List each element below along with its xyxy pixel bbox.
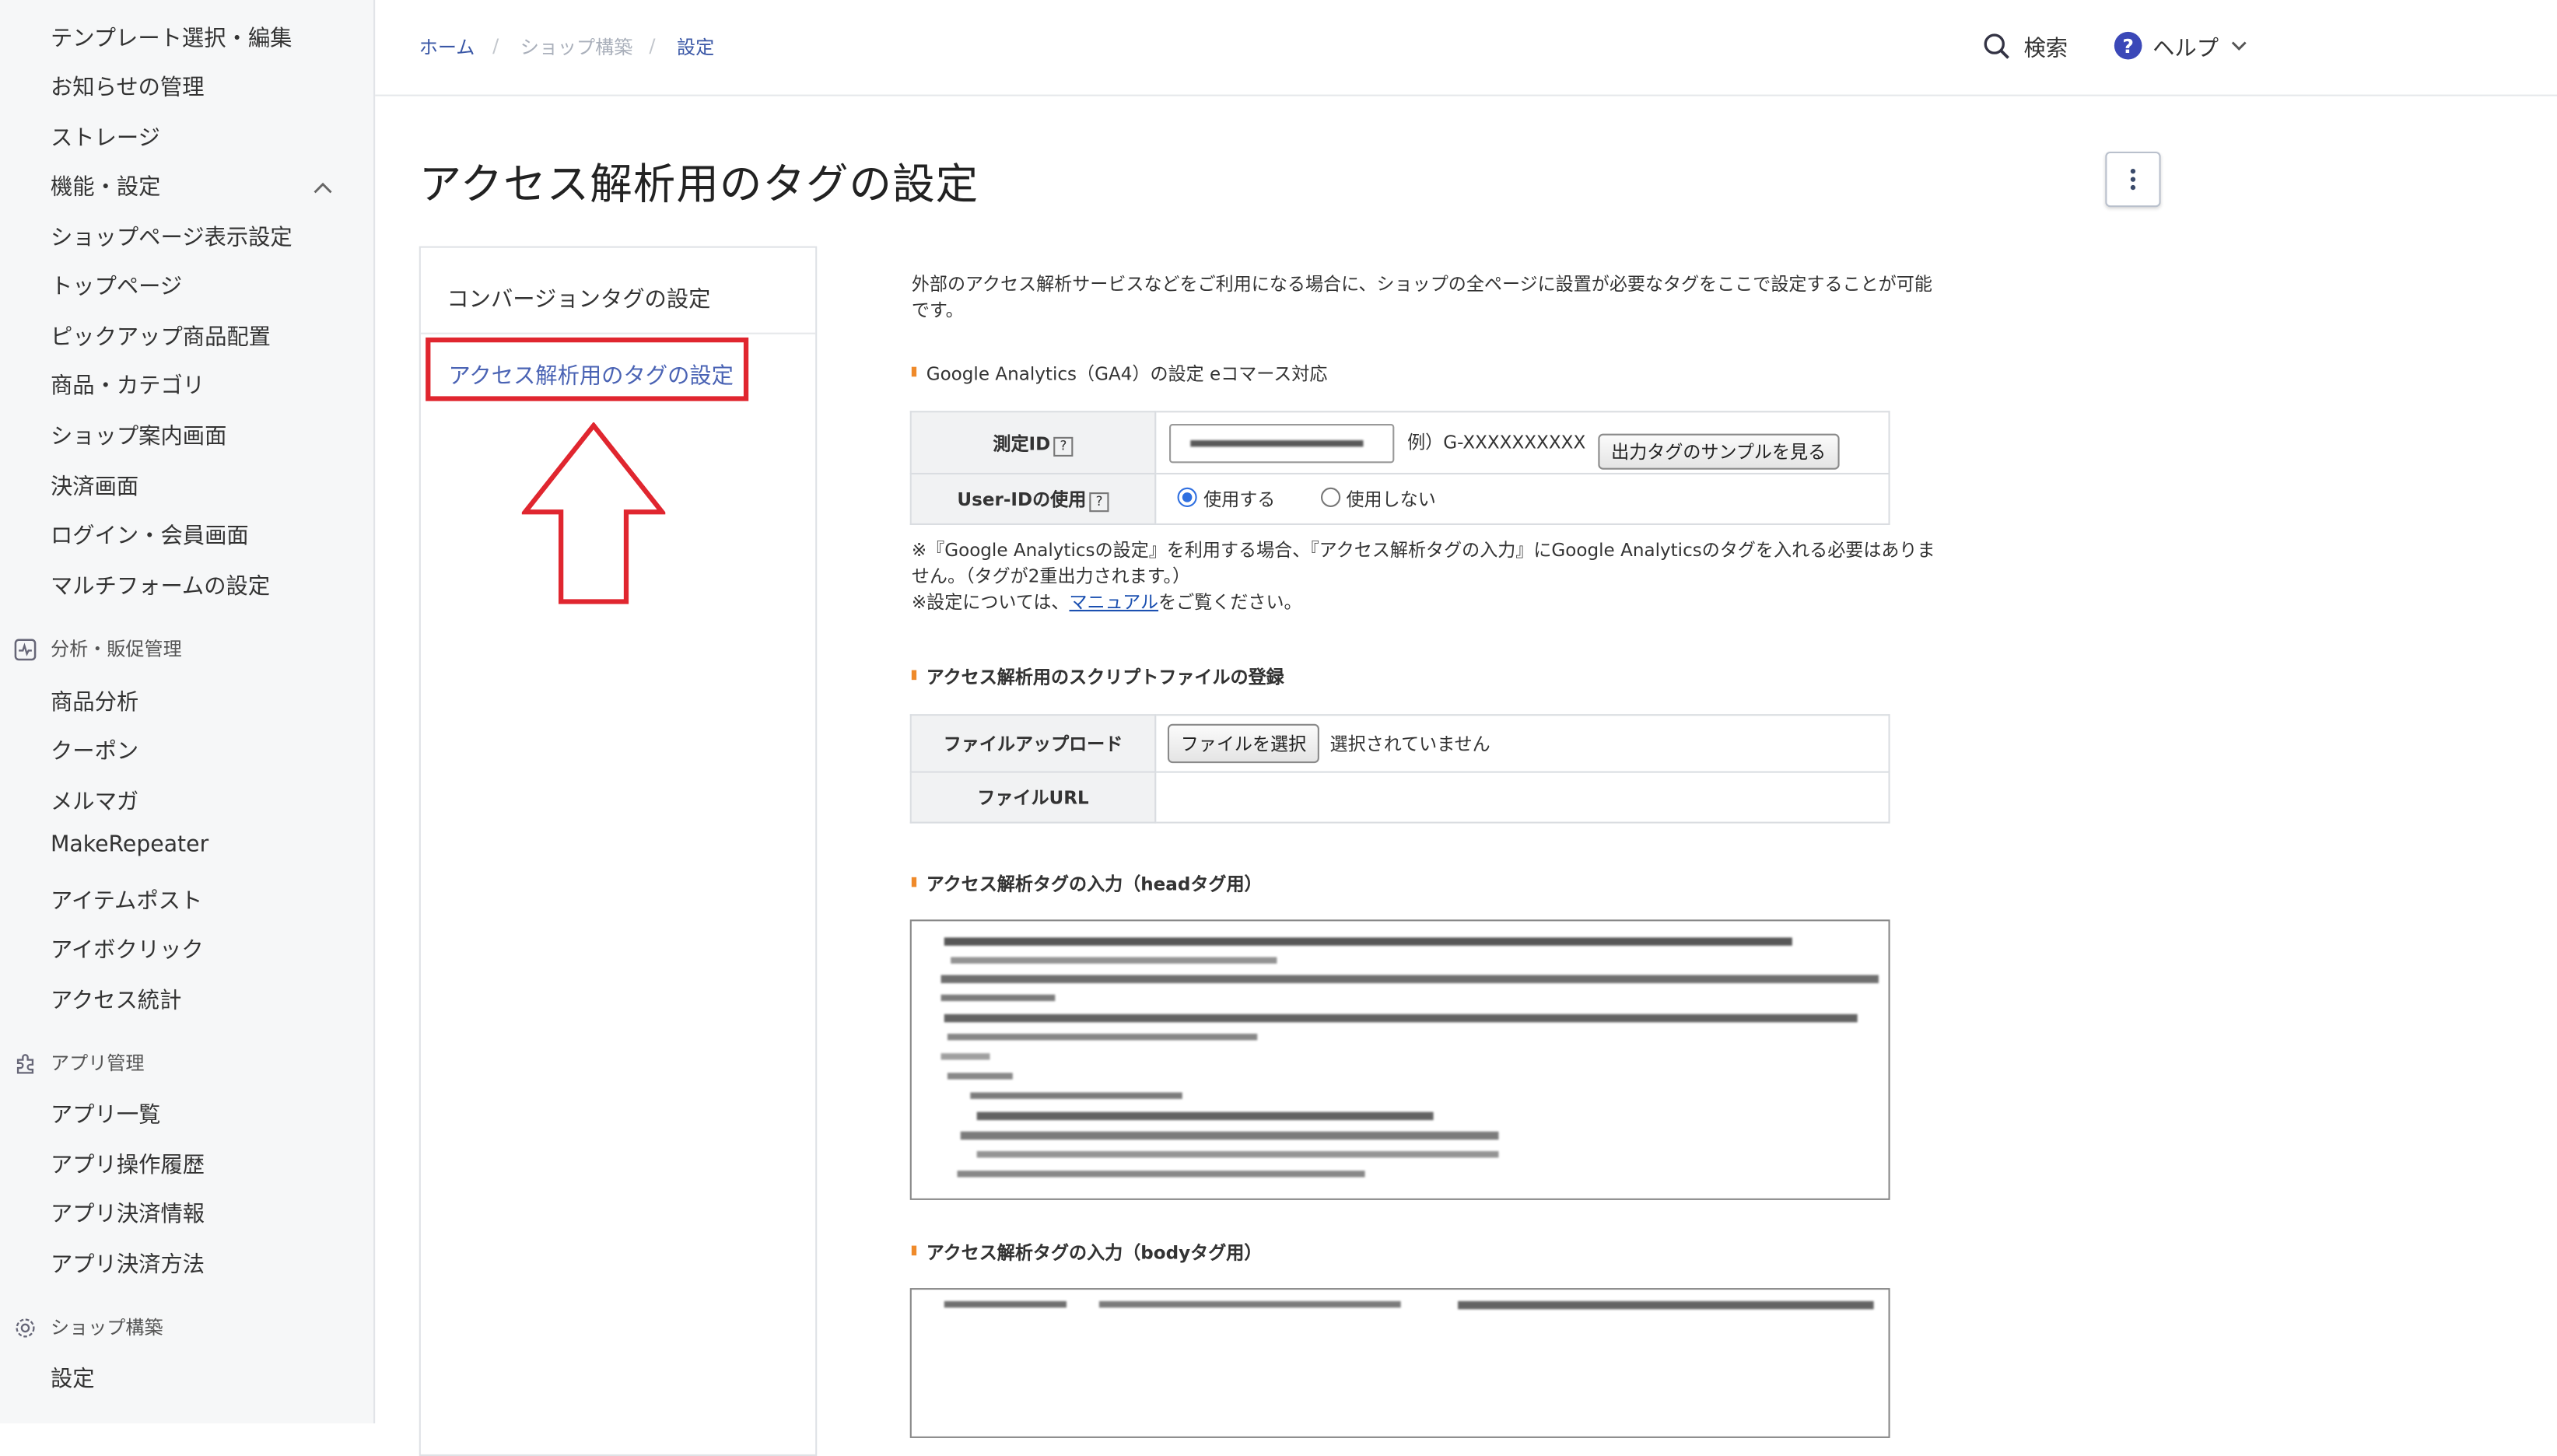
choose-file-button[interactable]: ファイルを選択 bbox=[1167, 723, 1319, 764]
subnav-access-tag-highlight[interactable]: アクセス解析用のタグの設定 bbox=[426, 337, 749, 401]
sidebar-item-toppage[interactable]: トップページ bbox=[51, 268, 182, 300]
puzzle-icon bbox=[16, 1053, 34, 1073]
sidebar-item-settings[interactable]: 設定 bbox=[51, 1360, 95, 1393]
help-question-icon[interactable]: ? bbox=[1089, 492, 1109, 513]
sidebar-item-app-payment-info[interactable]: アプリ決済情報 bbox=[51, 1195, 205, 1228]
measurement-id-input[interactable] bbox=[1169, 422, 1395, 463]
subnav-conversion-tag[interactable]: コンバージョンタグの設定 bbox=[447, 281, 710, 313]
userid-header: User-IDの使用? bbox=[909, 472, 1157, 526]
measurement-id-cell: 例）G-XXXXXXXXXX 出力タグのサンプルを見る bbox=[1154, 411, 1890, 475]
sidebar-item-app-list[interactable]: アプリ一覧 bbox=[51, 1096, 161, 1129]
breadcrumb-separator: / bbox=[492, 34, 499, 58]
sidebar-item-login[interactable]: ログイン・会員画面 bbox=[51, 517, 249, 550]
section-title-ga: Google Analytics（GA4）の設定 eコマース対応 bbox=[912, 360, 1328, 387]
radio-nouse[interactable] bbox=[1319, 487, 1340, 507]
sidebar-item-app-payment-method[interactable]: アプリ決済方法 bbox=[51, 1246, 205, 1279]
note-line-3: ※設定については、マニュアルをご覧ください。 bbox=[912, 589, 1302, 615]
radio-use[interactable] bbox=[1177, 487, 1197, 507]
sidebar-item-payment[interactable]: 決済画面 bbox=[51, 468, 138, 501]
analytics-icon bbox=[14, 638, 37, 660]
chevron-down-icon bbox=[2230, 41, 2246, 51]
sidebar-item-mailmag[interactable]: メルマガ bbox=[51, 782, 138, 816]
radio-use-label[interactable]: 使用する bbox=[1203, 489, 1275, 510]
sidebar-section-analytics: 分析・販促管理 bbox=[13, 636, 182, 663]
sample-output-button[interactable]: 出力タグのサンプルを見る bbox=[1598, 433, 1839, 470]
sidebar-section-apps: アプリ管理 bbox=[13, 1050, 145, 1076]
sidebar-item-aiboclick[interactable]: アイボクリック bbox=[51, 931, 204, 964]
help-label: ヘルプ bbox=[2152, 36, 2219, 62]
search-button[interactable]: 検索 bbox=[1983, 30, 2068, 62]
divider bbox=[420, 332, 816, 334]
section-title-script: アクセス解析用のスクリプトファイルの登録 bbox=[912, 663, 1284, 690]
note-line-1: ※『Google Analyticsの設定』を利用する場合、『アクセス解析タグの… bbox=[911, 539, 1935, 562]
note-line-2: せん。（タグが2重出力されます。） bbox=[911, 565, 1191, 587]
measurement-id-header: 測定ID? bbox=[909, 411, 1157, 475]
help-button[interactable]: ? ヘルプ bbox=[2114, 30, 2248, 62]
body-tag-textarea[interactable] bbox=[909, 1288, 1890, 1438]
sidebar-group-features[interactable]: 機能・設定 bbox=[51, 168, 161, 201]
section-title-head-tag: アクセス解析タグの入力（headタグ用） bbox=[912, 870, 1263, 897]
breadcrumb-shop[interactable]: ショップ構築 bbox=[520, 34, 633, 61]
script-file-table: ファイルアップロード ファイルを選択 選択されていません ファイルURL bbox=[909, 714, 1890, 824]
sidebar-item-product-analysis[interactable]: 商品分析 bbox=[51, 683, 138, 716]
sidebar-section-shop: ショップ構築 bbox=[13, 1314, 163, 1341]
ga-settings-table: 測定ID? 例）G-XXXXXXXXXX 出力タグのサンプルを見る User-I… bbox=[909, 411, 1890, 526]
sidebar-item-itempost[interactable]: アイテムポスト bbox=[51, 882, 202, 915]
sidebar-item-shoppage[interactable]: ショップページ表示設定 bbox=[51, 219, 292, 251]
note-line-3-pre: ※設定については、 bbox=[911, 591, 1070, 614]
sidebar-item-multiform[interactable]: マルチフォームの設定 bbox=[51, 568, 270, 600]
breadcrumb-settings[interactable]: 設定 bbox=[677, 34, 714, 61]
intro-text-cont: です。 bbox=[911, 299, 964, 321]
svg-text:?: ? bbox=[2122, 35, 2134, 58]
file-url-header: ファイルURL bbox=[909, 771, 1157, 824]
intro-text: 外部のアクセス解析サービスなどをご利用になる場合に、ショップの全ページに設置が必… bbox=[911, 274, 1932, 296]
sidebar-item-pickup[interactable]: ピックアップ商品配置 bbox=[51, 318, 271, 351]
file-url-value bbox=[1154, 771, 1890, 824]
subnav-access-tag[interactable]: アクセス解析用のタグの設定 bbox=[448, 357, 733, 390]
note-line-3-post: をご覧ください。 bbox=[1158, 591, 1302, 614]
manual-link[interactable]: マニュアル bbox=[1069, 592, 1158, 613]
sidebar: テンプレート選択・編集 お知らせの管理 ストレージ 機能・設定 ショップページ表… bbox=[0, 0, 376, 1424]
head-tag-textarea[interactable] bbox=[909, 919, 1890, 1200]
sidebar-section-shop-label: ショップ構築 bbox=[50, 1315, 163, 1339]
sidebar-item-template[interactable]: テンプレート選択・編集 bbox=[51, 19, 292, 53]
sidebar-item-access-stats[interactable]: アクセス統計 bbox=[51, 982, 181, 1014]
userid-cell: 使用する 使用しない bbox=[1154, 472, 1890, 526]
more-options-button[interactable] bbox=[2105, 151, 2161, 208]
section-title-body-tag: アクセス解析タグの入力（bodyタグ用） bbox=[912, 1239, 1263, 1265]
file-upload-header: ファイルアップロード bbox=[909, 714, 1157, 773]
redacted-text bbox=[1190, 439, 1364, 446]
sidebar-item-app-history[interactable]: アプリ操作履歴 bbox=[51, 1146, 205, 1179]
userid-label: User-IDの使用 bbox=[957, 488, 1087, 511]
search-icon bbox=[1984, 33, 2009, 58]
gear-icon bbox=[16, 1318, 35, 1337]
help-question-icon[interactable]: ? bbox=[1053, 436, 1074, 456]
sidebar-item-notices[interactable]: お知らせの管理 bbox=[51, 68, 205, 101]
help-icon: ? bbox=[2114, 31, 2142, 60]
measurement-id-example: 例）G-XXXXXXXXXX bbox=[1407, 432, 1586, 453]
breadcrumb-separator: / bbox=[649, 34, 656, 58]
sidebar-section-apps-label: アプリ管理 bbox=[50, 1052, 145, 1075]
sidebar-section-analytics-label: 分析・販促管理 bbox=[50, 637, 182, 661]
app-root: テンプレート選択・編集 お知らせの管理 ストレージ 機能・設定 ショップページ表… bbox=[0, 0, 2557, 1456]
sidebar-item-products[interactable]: 商品・カテゴリ bbox=[51, 367, 205, 400]
radio-nouse-label[interactable]: 使用しない bbox=[1346, 489, 1435, 510]
sidebar-item-coupon[interactable]: クーポン bbox=[51, 732, 138, 765]
search-label: 検索 bbox=[2023, 36, 2068, 62]
file-upload-cell: ファイルを選択 選択されていません bbox=[1154, 714, 1890, 773]
sidebar-item-makerepeater[interactable]: MakeRepeater bbox=[51, 831, 208, 858]
up-arrow-annotation bbox=[521, 422, 666, 604]
measurement-id-label: 測定ID bbox=[993, 432, 1051, 454]
top-header: ホーム / ショップ構築 / 設定 検索 ? ヘルプ bbox=[375, 0, 2557, 96]
sidebar-item-storage[interactable]: ストレージ bbox=[51, 119, 160, 152]
chevron-up-icon[interactable] bbox=[313, 170, 332, 201]
breadcrumb-home[interactable]: ホーム bbox=[419, 34, 475, 61]
kebab-menu-icon bbox=[2130, 168, 2136, 191]
page-title: アクセス解析用のタグの設定 bbox=[419, 161, 979, 211]
sidebar-item-shopguide[interactable]: ショップ案内画面 bbox=[51, 418, 226, 450]
file-none-text: 選択されていません bbox=[1329, 733, 1490, 755]
